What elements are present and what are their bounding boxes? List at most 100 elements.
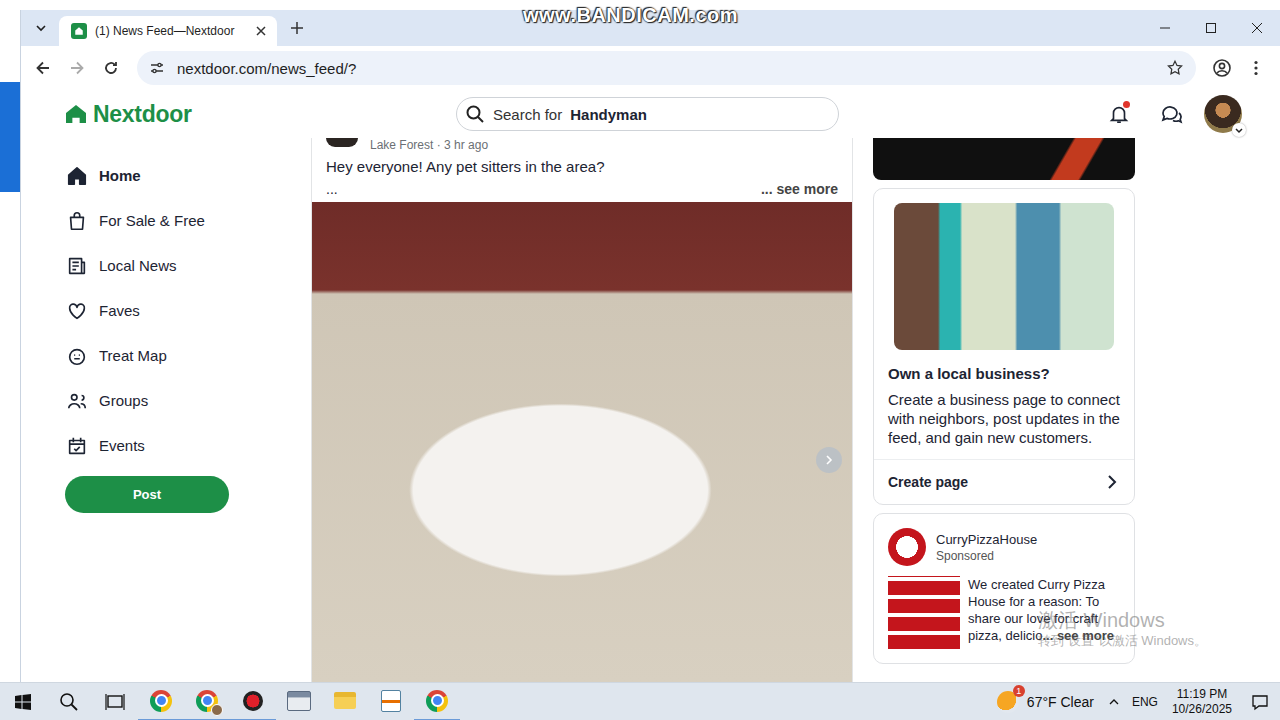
action-center-button[interactable] — [1240, 683, 1280, 720]
menu-button[interactable] — [1240, 52, 1272, 84]
taskbar-app[interactable] — [322, 683, 368, 720]
nav-item[interactable]: Treat Map — [65, 333, 311, 378]
promo-banner[interactable] — [873, 138, 1135, 180]
nav-label: Local News — [99, 257, 177, 274]
nav-item[interactable]: Events — [65, 423, 311, 468]
desktop-edge — [0, 0, 20, 682]
browser-tab[interactable]: (1) News Feed—Nextdoor — [59, 16, 277, 46]
taskbar-app[interactable] — [414, 683, 460, 720]
back-arrow-icon — [34, 59, 52, 77]
chevron-right-icon — [1104, 474, 1120, 490]
new-tab-button[interactable] — [283, 14, 311, 42]
nav-label: Home — [99, 167, 141, 184]
create-page-link[interactable]: Create page — [874, 459, 1134, 504]
carousel-next-button[interactable] — [816, 447, 842, 473]
nav-item[interactable]: Groups — [65, 378, 311, 423]
recorder-watermark: www.BANDICAM.com — [523, 4, 738, 27]
search-icon — [465, 104, 485, 124]
notifications-button[interactable] — [1101, 96, 1137, 132]
task-view-button[interactable] — [92, 683, 138, 720]
tab-search-button[interactable] — [29, 14, 53, 42]
nav-item[interactable]: For Sale & Free — [65, 198, 311, 243]
taskbar-app[interactable] — [276, 683, 322, 720]
chrome-icon — [196, 690, 218, 712]
search-box[interactable]: Search for Handyman — [456, 97, 839, 131]
java-cup-icon — [381, 690, 401, 712]
pumpkin-face-icon — [66, 345, 88, 367]
search-button[interactable] — [46, 683, 92, 720]
profile-button[interactable] — [1206, 52, 1238, 84]
sponsor-logo[interactable] — [888, 528, 926, 566]
tab-title: (1) News Feed—Nextdoor — [95, 24, 245, 38]
post-more-row: ... ... see more — [312, 178, 852, 200]
minimize-button[interactable] — [1142, 10, 1188, 46]
taskbar-app[interactable] — [368, 683, 414, 720]
sponsor-image[interactable] — [888, 576, 960, 649]
business-card-body: Create a business page to connect with n… — [874, 384, 1134, 447]
maximize-button[interactable] — [1188, 10, 1234, 46]
forward-button[interactable] — [61, 52, 93, 84]
nextdoor-logo[interactable]: Nextdoor — [65, 101, 456, 128]
nav-label: Faves — [99, 302, 140, 319]
author-avatar[interactable] — [326, 138, 358, 147]
language-indicator[interactable]: ENG — [1126, 695, 1164, 709]
weather-widget[interactable]: 1 67°F Clear — [989, 691, 1102, 713]
post-meta: Lake Forest · 3 hr ago — [370, 138, 488, 152]
user-badge — [211, 704, 223, 716]
account-avatar[interactable] — [1204, 95, 1242, 133]
post-ellipsis: ... — [326, 181, 338, 197]
chat-bubbles-icon — [1159, 102, 1183, 126]
nav-item[interactable]: Home — [65, 153, 311, 198]
shopping-bag-icon — [66, 210, 88, 232]
search-placeholder: Search for — [493, 106, 562, 123]
tray-overflow-button[interactable] — [1102, 683, 1126, 720]
nav-label: Treat Map — [99, 347, 167, 364]
messages-button[interactable] — [1153, 96, 1189, 132]
calendar-icon — [66, 435, 88, 457]
taskbar-app[interactable] — [184, 683, 230, 720]
sponsor-names: CurryPizzaHouse Sponsored — [936, 532, 1037, 563]
post-button[interactable]: Post — [65, 476, 229, 513]
app-window-icon — [287, 691, 311, 711]
taskbar-app[interactable] — [230, 683, 276, 720]
sponsored-card: CurryPizzaHouse Sponsored We created Curry… — [873, 513, 1135, 664]
sponsored-content: We created Curry Pizza House for a reaso… — [888, 576, 1120, 649]
clock[interactable]: 11:19 PM10/26/2025 — [1164, 687, 1240, 717]
search-term: Handyman — [570, 106, 647, 123]
record-icon — [243, 691, 263, 711]
nav-label: For Sale & Free — [99, 212, 205, 229]
task-view-icon — [105, 693, 125, 711]
sponsor-name[interactable]: CurryPizzaHouse — [936, 532, 1037, 547]
bookmark-star-icon[interactable] — [1166, 59, 1184, 77]
post-photo[interactable] — [312, 202, 852, 682]
profile-icon — [1212, 58, 1232, 78]
business-photo — [894, 203, 1114, 350]
home-icon — [66, 165, 88, 187]
chevron-right-icon — [823, 454, 835, 466]
see-more-link[interactable]: ... see more — [1042, 628, 1114, 643]
site-header: Nextdoor Search for Handyman — [21, 90, 1280, 138]
forward-arrow-icon — [68, 59, 86, 77]
moon-cloud-icon: 1 — [997, 691, 1019, 713]
window-controls — [1142, 10, 1280, 46]
start-button[interactable] — [0, 683, 46, 720]
activation-hint: 转到“设置”以激活 Windows。 — [1038, 632, 1207, 650]
right-column: Own a local business?Create a business p… — [873, 138, 1135, 682]
nav-label: Events — [99, 437, 145, 454]
minimize-icon — [1159, 22, 1171, 34]
sponsored-label: Sponsored — [936, 549, 1037, 563]
reload-button[interactable] — [95, 52, 127, 84]
close-window-button[interactable] — [1234, 10, 1280, 46]
nav-item[interactable]: Faves — [65, 288, 311, 333]
address-bar[interactable]: nextdoor.com/news_feed/? — [137, 51, 1196, 85]
site-info-icon[interactable] — [149, 60, 165, 76]
weather-reading: 67°F Clear — [1027, 694, 1094, 710]
chevron-up-icon — [1108, 696, 1120, 708]
see-more-link[interactable]: ... see more — [761, 181, 838, 197]
taskbar-app[interactable] — [138, 683, 184, 720]
nav-item[interactable]: Local News — [65, 243, 311, 288]
back-button[interactable] — [27, 52, 59, 84]
close-tab-icon[interactable] — [253, 23, 269, 39]
url-text: nextdoor.com/news_feed/? — [177, 60, 1154, 77]
maximize-icon — [1205, 22, 1217, 34]
